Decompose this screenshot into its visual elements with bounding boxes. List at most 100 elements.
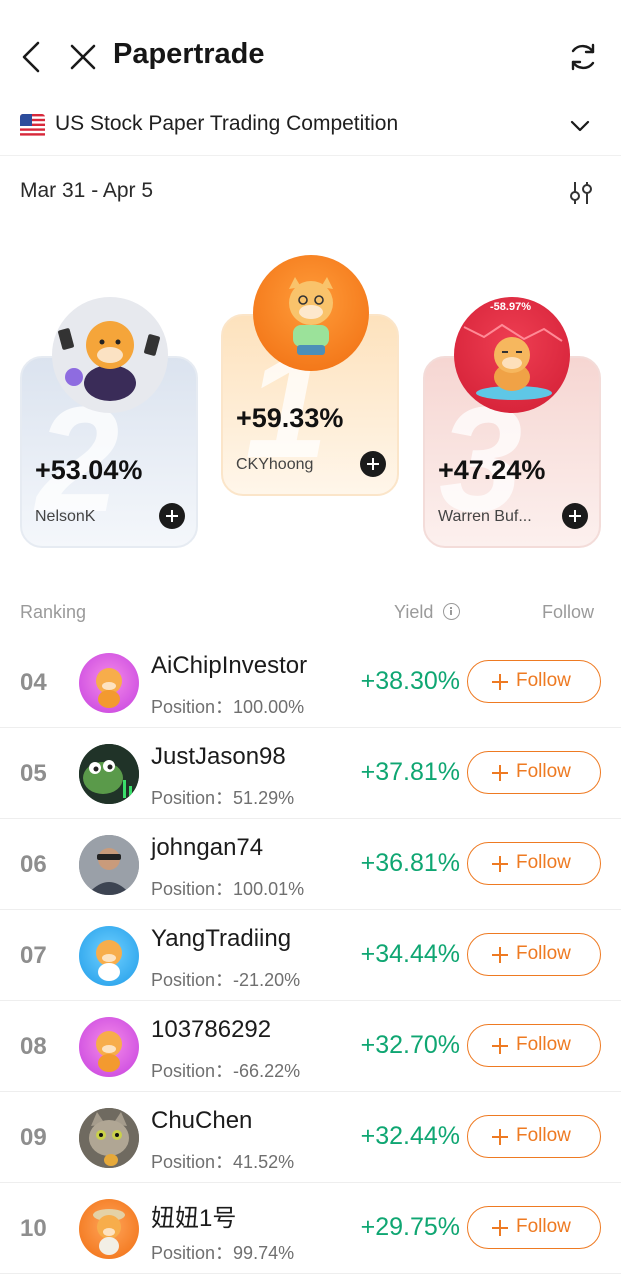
position-text: Position：41.52% [151,1148,294,1174]
username: JustJason98 [151,743,286,770]
plus-icon [492,765,508,781]
period-row: Mar 31 - Apr 5 [0,165,621,215]
follow-button[interactable]: Follow [467,842,601,885]
plus-icon [492,674,508,690]
follow-button[interactable]: Follow [467,751,601,794]
leaderboard-header: Ranking Yield Follow [0,596,621,630]
leaderboard-row[interactable]: 09 ChuChen Position：41.52% +32.44% Follo… [0,1092,621,1183]
info-icon[interactable] [443,603,460,620]
follow-button[interactable]: Follow [467,1206,601,1249]
leaderboard-row[interactable]: 07 YangTradiing Position：-21.20% +34.44%… [0,910,621,1001]
mascot-avatar-icon [289,277,333,355]
avatar-caption: -58.97% [490,301,531,313]
avatar[interactable] [454,297,570,413]
follow-button[interactable]: Follow [467,933,601,976]
avatar[interactable] [79,744,139,804]
yield-value: +36.81% [360,849,460,877]
follow-label: Follow [516,1034,571,1055]
leaderboard-row[interactable]: 08 103786292 Position：-66.22% +32.70% Fo… [0,1001,621,1092]
follow-label: Follow [516,852,571,873]
podium-yield: +53.04% [35,455,143,485]
position-text: Position：51.29% [151,784,294,810]
ranking-column-header: Ranking [20,602,87,622]
plus-icon [492,1129,508,1145]
yield-value: +34.44% [360,940,460,968]
mascot-avatar-icon [93,1209,125,1255]
leaderboard-row[interactable]: 05 JustJason98 Position：51.29% +37.81% F… [0,728,621,819]
avatar[interactable] [52,297,168,413]
position-value: 100.01% [233,879,305,899]
avatar[interactable] [79,1199,139,1259]
username: johngan74 [151,834,264,861]
sliders-icon[interactable] [568,179,594,207]
position-value: 99.74% [233,1243,295,1263]
avatar[interactable] [79,1017,139,1077]
username: YangTradiing [151,925,292,952]
follow-button[interactable]: Follow [467,660,601,703]
plus-icon [492,1038,508,1054]
username: ChuChen [151,1107,253,1134]
follow-label: Follow [516,943,571,964]
avatar[interactable] [253,255,369,371]
add-icon[interactable] [562,503,588,529]
add-icon[interactable] [159,503,185,529]
username: 103786292 [151,1016,272,1043]
avatar[interactable] [79,926,139,986]
podium-username: CKYhoong [236,456,314,473]
rank-number: 06 [20,851,47,878]
mascot-avatar-icon [58,321,160,401]
chevron-left-icon[interactable] [18,40,46,74]
yield-value: +32.70% [360,1031,460,1059]
avatar[interactable] [79,653,139,713]
position-label: Position： [151,970,234,990]
position-text: Position：100.01% [151,875,304,901]
yield-value: +32.44% [360,1122,460,1150]
top-three-podium: 2 +53.04% NelsonK 1 +59.33% CKYhoong 3 +… [0,240,621,560]
top-bar: Papertrade [0,0,621,110]
mascot-avatar-icon [96,940,122,981]
yield-column-header: Yield [394,602,434,622]
follow-button[interactable]: Follow [467,1024,601,1067]
rank-number: 09 [20,1124,47,1151]
position-text: Position：-21.20% [151,966,300,992]
follow-button[interactable]: Follow [467,1115,601,1158]
yield-value: +29.75% [360,1213,460,1241]
mascot-avatar-icon [96,668,122,708]
competition-selector[interactable]: US Stock Paper Trading Competition [0,104,621,156]
plus-icon [492,1220,508,1236]
position-text: Position：100.00% [151,693,304,719]
username: AiChipInvestor [151,652,308,679]
plus-icon [492,947,508,963]
avatar[interactable] [79,1108,139,1168]
follow-label: Follow [516,1125,571,1146]
position-value: 41.52% [233,1152,295,1172]
position-label: Position： [151,1061,234,1081]
follow-label: Follow [516,1216,571,1237]
leaderboard-row[interactable]: 06 johngan74 Position：100.01% +36.81% Fo… [0,819,621,910]
cat-avatar-icon [79,1108,139,1168]
podium-yield: +59.33% [236,403,344,433]
refresh-icon[interactable] [566,40,600,74]
yield-value: +37.81% [360,758,460,786]
position-value: -66.22% [233,1061,301,1081]
rank-number: 05 [20,760,47,787]
us-flag-icon [20,114,45,138]
yield-value: +38.30% [360,667,460,695]
mascot-avatar-icon [96,1031,122,1072]
rank-number: 04 [20,669,47,696]
plus-icon [492,856,508,872]
follow-label: Follow [516,670,571,691]
avatar[interactable] [79,835,139,895]
position-label: Position： [151,697,234,717]
position-text: Position：-66.22% [151,1057,300,1083]
chevron-down-icon[interactable] [568,116,592,136]
username: 妞妞1号 [151,1205,237,1232]
follow-label: Follow [516,761,571,782]
leaderboard-row[interactable]: 10 妞妞1号 Position：99.74% +29.75% Follow [0,1183,621,1274]
position-text: Position：99.74% [151,1239,294,1265]
leaderboard-row[interactable]: 04 AiChipInvestor Position：100.00% +38.3… [0,637,621,728]
position-label: Position： [151,879,234,899]
add-icon[interactable] [360,451,386,477]
close-icon[interactable] [68,42,98,72]
position-value: 100.00% [233,697,305,717]
